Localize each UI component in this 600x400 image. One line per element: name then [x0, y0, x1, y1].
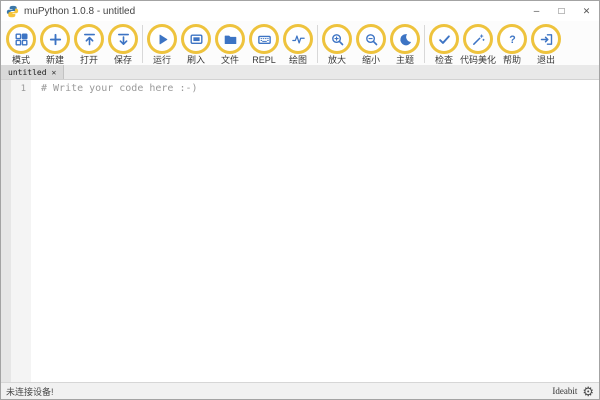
run-icon — [147, 24, 177, 54]
new-icon — [40, 24, 70, 54]
toolbar-button-label: 模式 — [11, 55, 30, 65]
toolbar-button-help[interactable]: ? 帮助 — [495, 24, 529, 65]
title-bar: muPython 1.0.8 - untitled – □ ✕ — [1, 1, 599, 21]
toolbar-button-files[interactable]: 文件 — [213, 24, 247, 65]
toolbar-button-label: 运行 — [152, 55, 171, 65]
toolbar-button-label: 文件 — [220, 55, 239, 65]
files-icon — [215, 24, 245, 54]
toolbar-button-check[interactable]: 检查 — [427, 24, 461, 65]
help-icon: ? — [497, 24, 527, 54]
theme-icon — [390, 24, 420, 54]
check-icon — [429, 24, 459, 54]
toolbar-button-label: 绘图 — [288, 55, 307, 65]
toolbar-button-label: 缩小 — [361, 55, 380, 65]
tab-close-icon[interactable]: ✕ — [52, 68, 57, 77]
line-number: 1 — [11, 80, 31, 382]
tab-label: untitled — [8, 67, 47, 77]
close-button[interactable]: ✕ — [574, 1, 599, 21]
code-line: # Write your code here :-) — [41, 83, 198, 94]
save-icon — [108, 24, 138, 54]
toolbar-button-label: 刷入 — [186, 55, 205, 65]
toolbar-button-label: 放大 — [327, 55, 346, 65]
toolbar-button-flash[interactable]: 刷入 — [179, 24, 213, 65]
toolbar-button-label: 保存 — [113, 55, 132, 65]
repl-icon — [249, 24, 279, 54]
brand-label: Ideabit — [552, 386, 578, 396]
toolbar-button-tidy[interactable]: 代码美化 — [460, 24, 497, 65]
status-bar: 未连接设备! Ideabit ⚙ — [1, 382, 599, 399]
tab-untitled[interactable]: untitled ✕ — [1, 65, 65, 79]
toolbar-button-mode[interactable]: 模式 — [4, 24, 38, 65]
svg-text:?: ? — [509, 33, 515, 45]
toolbar-button-label: 主题 — [395, 55, 414, 65]
toolbar-button-quit[interactable]: 退出 — [529, 24, 563, 65]
toolbar-separator — [317, 25, 318, 63]
settings-gear-icon[interactable]: ⚙ — [582, 385, 594, 398]
toolbar-button-open[interactable]: 打开 — [72, 24, 106, 65]
toolbar-button-label: REPL — [252, 55, 276, 65]
device-status: 未连接设备! — [6, 386, 54, 397]
toolbar-button-zoom-out[interactable]: 缩小 — [354, 24, 388, 65]
plotter-icon — [283, 24, 313, 54]
breakpoint-margin — [1, 80, 11, 382]
tidy-icon — [463, 24, 493, 54]
code-editor[interactable]: 1 # Write your code here :-) — [1, 80, 599, 382]
toolbar-button-plotter[interactable]: 绘图 — [281, 24, 315, 65]
toolbar-button-repl[interactable]: REPL — [247, 24, 281, 65]
window-controls: – □ ✕ — [524, 1, 599, 21]
toolbar: 模式 新建 打开 保存 运行 刷入 文件 REPL 绘图 放大 缩小 主题 检查 代码美化? 帮助 退出 — [1, 21, 599, 65]
status-bar-right: Ideabit ⚙ — [552, 385, 594, 398]
mode-icon — [6, 24, 36, 54]
toolbar-button-label: 帮助 — [502, 55, 521, 65]
toolbar-button-label: 新建 — [45, 55, 64, 65]
toolbar-button-label: 代码美化 — [460, 55, 497, 65]
toolbar-button-label: 打开 — [79, 55, 98, 65]
zoom-out-icon — [356, 24, 386, 54]
flash-icon — [181, 24, 211, 54]
tab-bar: untitled ✕ — [1, 65, 599, 80]
toolbar-separator — [142, 25, 143, 63]
toolbar-button-run[interactable]: 运行 — [145, 24, 179, 65]
toolbar-separator — [424, 25, 425, 63]
python-logo-icon — [6, 5, 19, 18]
toolbar-button-theme[interactable]: 主题 — [388, 24, 422, 65]
app-window: muPython 1.0.8 - untitled – □ ✕ 模式 新建 打开 保存… — [0, 0, 600, 400]
zoom-in-icon — [322, 24, 352, 54]
open-icon — [74, 24, 104, 54]
minimize-button[interactable]: – — [524, 1, 549, 21]
toolbar-button-zoom-in[interactable]: 放大 — [320, 24, 354, 65]
toolbar-button-label: 检查 — [434, 55, 453, 65]
toolbar-button-save[interactable]: 保存 — [106, 24, 140, 65]
quit-icon — [531, 24, 561, 54]
maximize-button[interactable]: □ — [549, 1, 574, 21]
toolbar-button-new[interactable]: 新建 — [38, 24, 72, 65]
toolbar-button-label: 退出 — [536, 55, 555, 65]
window-title: muPython 1.0.8 - untitled — [24, 5, 136, 17]
